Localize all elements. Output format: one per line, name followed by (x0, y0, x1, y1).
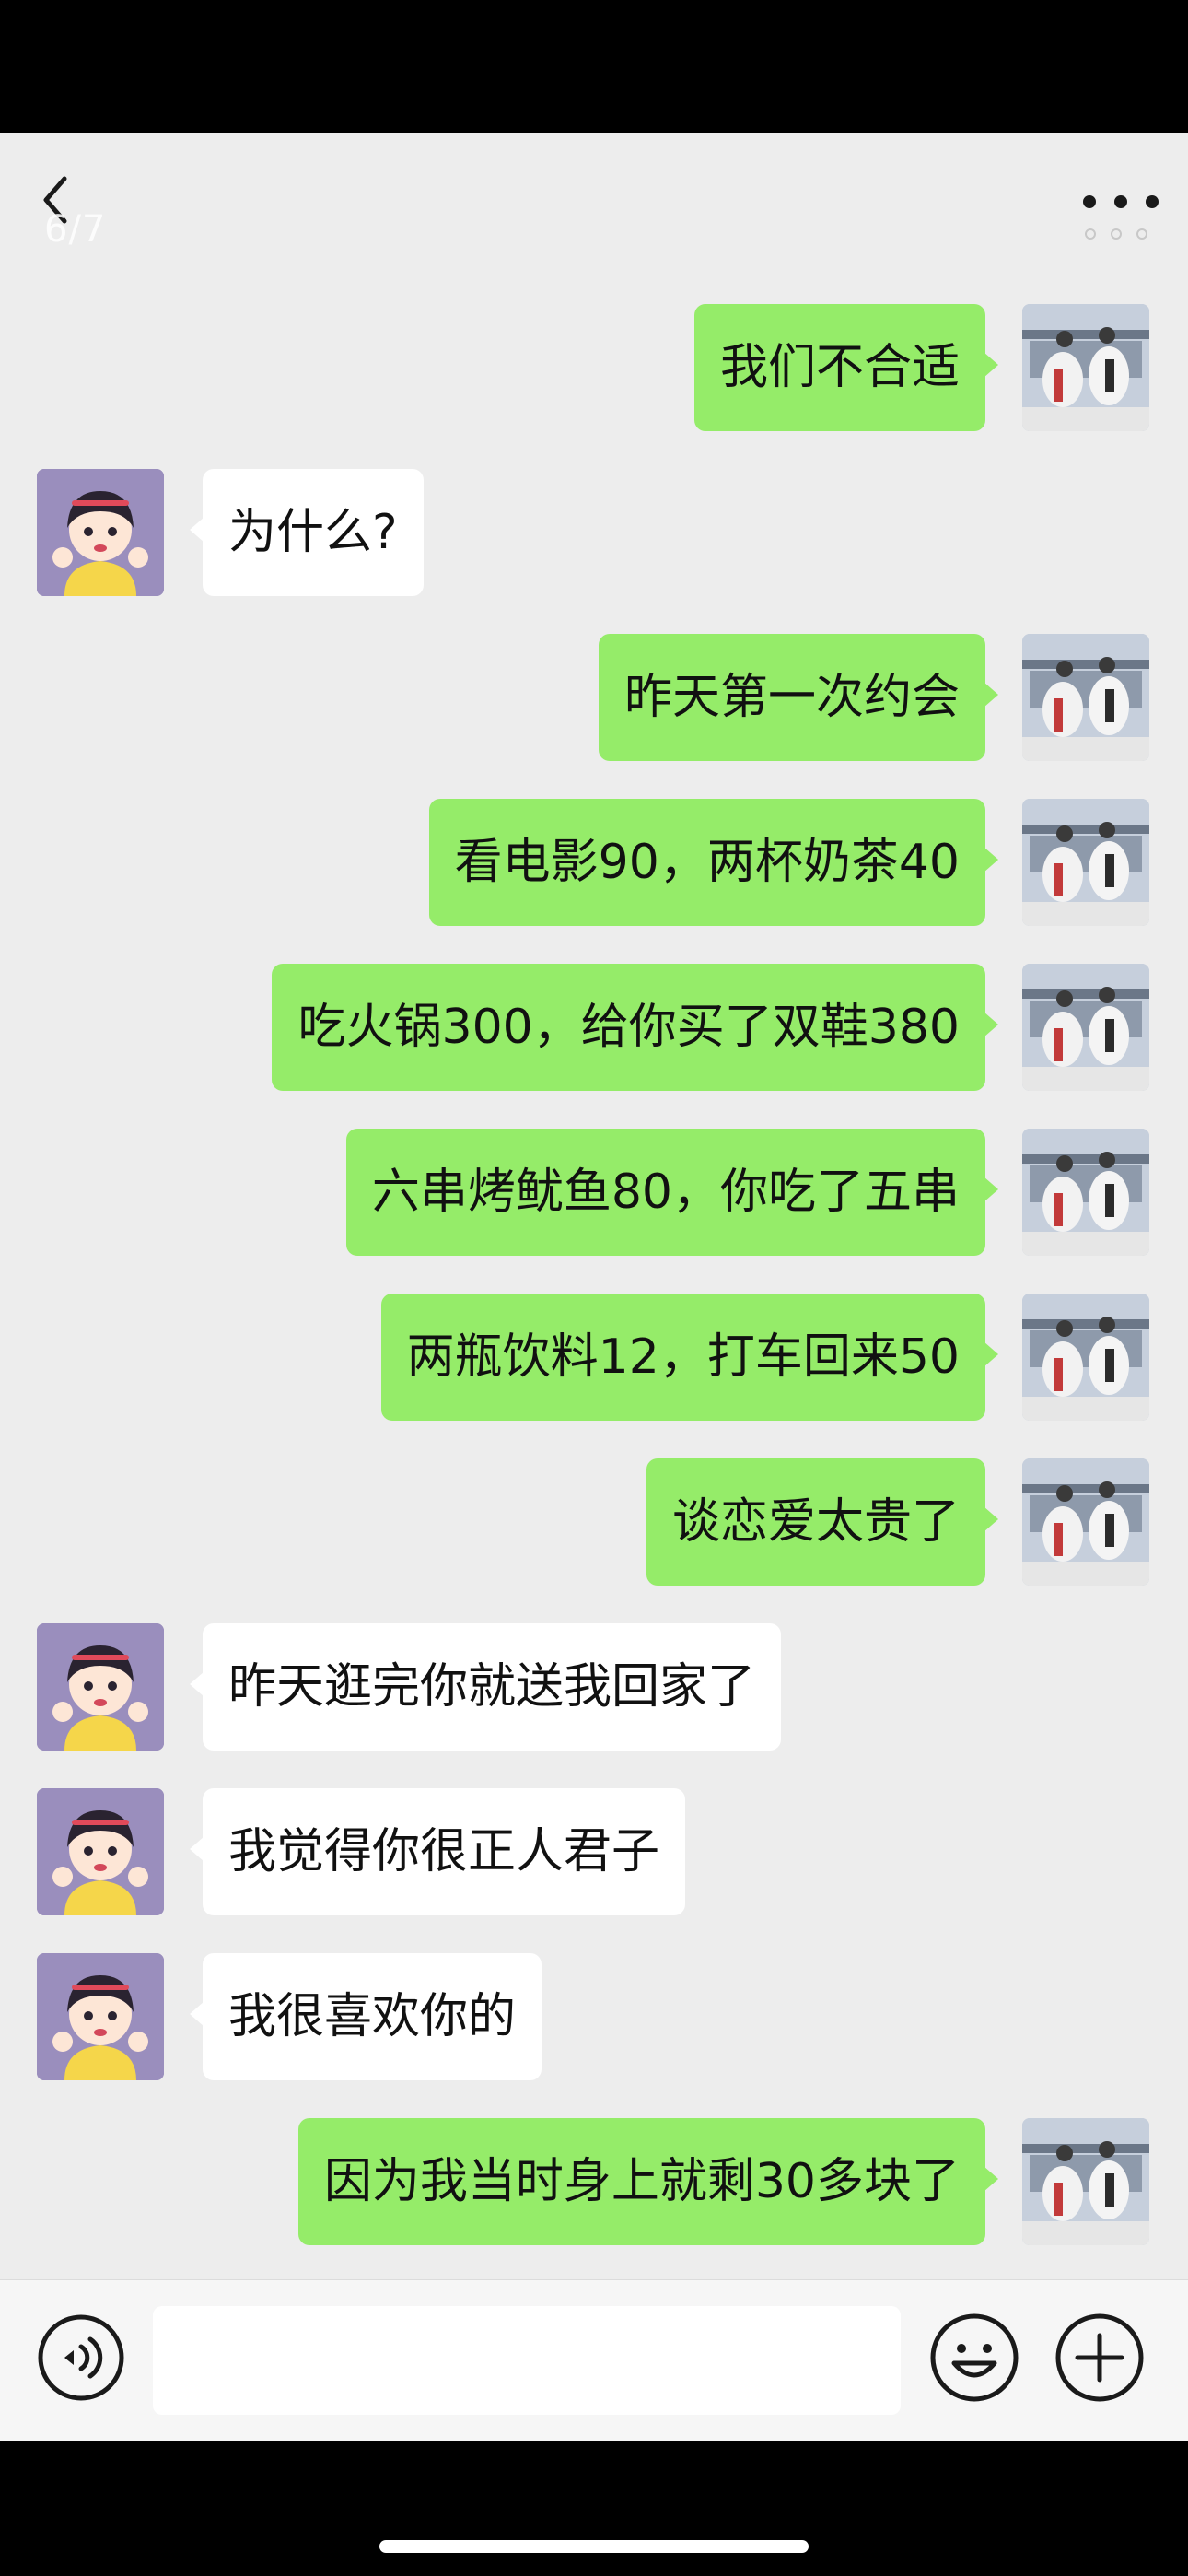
home-area (0, 2441, 1188, 2576)
contact-avatar[interactable] (37, 1953, 164, 2080)
outgoing-message: 我们不合适 (0, 304, 1188, 442)
home-indicator[interactable] (379, 2540, 809, 2553)
my-avatar[interactable] (1022, 1294, 1149, 1421)
incoming-message: 昨天逛完你就送我回家了 (0, 1623, 1188, 1762)
contact-avatar[interactable] (37, 1788, 164, 1915)
message-bubble[interactable]: 为什么? (190, 469, 424, 596)
voice-icon[interactable] (37, 2313, 125, 2402)
message-bubble[interactable]: 两瓶饮料12，打车回来50 (380, 1294, 999, 1421)
outgoing-message: 昨天第一次约会 (0, 634, 1188, 772)
message-bubble[interactable]: 昨天逛完你就送我回家了 (189, 1623, 782, 1751)
message-input[interactable] (153, 2306, 901, 2415)
message-bubble[interactable]: 谈恋爱太贵了 (646, 1458, 999, 1586)
outgoing-message: 六串烤鱿鱼80，你吃了五串 (0, 1129, 1188, 1267)
input-bar (0, 2279, 1188, 2441)
message-bubble[interactable]: 我很喜欢你的 (189, 1953, 542, 2080)
emoji-icon[interactable] (928, 2312, 1020, 2404)
status-bar-area (0, 0, 1188, 133)
my-avatar[interactable] (1022, 964, 1149, 1091)
my-avatar[interactable] (1022, 799, 1149, 926)
outgoing-message: 两瓶饮料12，打车回来50 (0, 1294, 1188, 1432)
message-bubble[interactable]: 昨天第一次约会 (598, 634, 999, 761)
my-avatar[interactable] (1022, 2118, 1149, 2245)
outgoing-message: 吃火锅300，给你买了双鞋380 (0, 964, 1188, 1102)
incoming-message: 为什么? (0, 469, 1188, 607)
chat-header: 6/7 (0, 133, 1188, 262)
outgoing-message: 看电影90，两杯奶茶40 (0, 799, 1188, 937)
outgoing-message: 谈恋爱太贵了 (0, 1458, 1188, 1597)
page-dots-indicator (1079, 225, 1171, 243)
message-bubble[interactable]: 看电影90，两杯奶茶40 (428, 799, 999, 926)
contact-avatar[interactable] (37, 1623, 164, 1751)
my-avatar[interactable] (1022, 634, 1149, 761)
message-bubble[interactable]: 我们不合适 (693, 304, 999, 431)
my-avatar[interactable] (1022, 1129, 1149, 1256)
contact-avatar[interactable] (37, 469, 164, 596)
my-avatar[interactable] (1022, 304, 1149, 431)
message-bubble[interactable]: 因为我当时身上就剩30多块了 (297, 2118, 999, 2245)
more-dots-icon[interactable] (1077, 184, 1170, 221)
chat-screen: 6/7 我们不合适为什么? 昨天第一次约会看电影90，两杯奶茶40 吃火锅300，给… (0, 133, 1188, 2441)
image-counter: 6/7 (44, 208, 107, 251)
outgoing-message: 因为我当时身上就剩30多块了 (0, 2118, 1188, 2256)
message-bubble[interactable]: 六串烤鱿鱼80，你吃了五串 (345, 1129, 999, 1256)
my-avatar[interactable] (1022, 1458, 1149, 1586)
message-bubble[interactable]: 吃火锅300，给你买了双鞋380 (272, 964, 998, 1091)
message-bubble[interactable]: 我觉得你很正人君子 (189, 1788, 686, 1915)
plus-icon[interactable] (1054, 2312, 1146, 2404)
incoming-message: 我很喜欢你的 (0, 1953, 1188, 2091)
incoming-message: 我觉得你很正人君子 (0, 1788, 1188, 1926)
